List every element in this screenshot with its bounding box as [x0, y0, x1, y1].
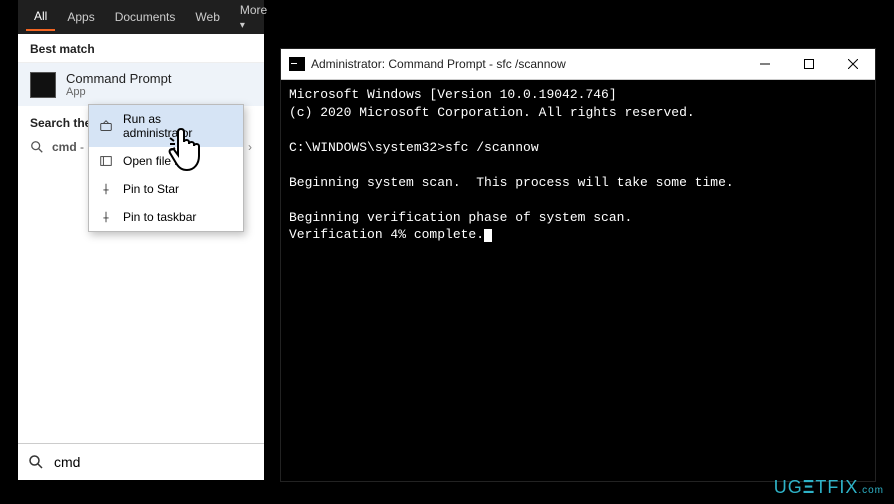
watermark: UGΞTFIX.com	[774, 477, 884, 498]
admin-icon	[99, 119, 113, 133]
window-title: Administrator: Command Prompt - sfc /sca…	[311, 57, 743, 71]
best-match-subtitle: App	[66, 86, 171, 98]
tab-apps[interactable]: Apps	[59, 4, 102, 30]
titlebar[interactable]: Administrator: Command Prompt - sfc /sca…	[281, 49, 875, 80]
pin-icon	[99, 182, 113, 196]
command-prompt-icon	[289, 57, 305, 71]
folder-icon	[99, 154, 113, 168]
best-match-label: Best match	[18, 34, 264, 63]
search-input[interactable]	[52, 453, 254, 471]
search-tabs: All Apps Documents Web More ▾	[18, 0, 264, 34]
terminal-cursor	[484, 229, 492, 242]
ctx-label: Pin to taskbar	[123, 210, 196, 224]
tab-documents[interactable]: Documents	[107, 4, 184, 30]
ctx-run-as-admin[interactable]: Run as administrator	[89, 105, 243, 147]
ctx-pin-to-taskbar[interactable]: Pin to taskbar	[89, 203, 243, 231]
ctx-label: Run as administrator	[123, 112, 233, 140]
context-menu: Run as administrator Open file lo Pin to…	[88, 104, 244, 232]
command-prompt-window: Administrator: Command Prompt - sfc /sca…	[280, 48, 876, 482]
pin-icon	[99, 210, 113, 224]
best-match-title: Command Prompt	[66, 71, 171, 86]
ctx-label: Open file lo	[123, 154, 184, 168]
start-search-panel: All Apps Documents Web More ▾ Best match…	[18, 0, 264, 480]
tab-web[interactable]: Web	[187, 4, 227, 30]
close-button[interactable]	[831, 49, 875, 79]
search-icon	[30, 140, 44, 154]
ctx-label: Pin to Star	[123, 182, 179, 196]
ctx-pin-to-start[interactable]: Pin to Star	[89, 175, 243, 203]
search-box[interactable]	[18, 443, 264, 480]
tab-more[interactable]: More ▾	[232, 0, 275, 37]
tab-all[interactable]: All	[26, 3, 55, 31]
best-match-result[interactable]: Command Prompt App	[18, 63, 264, 106]
chevron-right-icon: ›	[248, 140, 252, 154]
terminal-output[interactable]: Microsoft Windows [Version 10.0.19042.74…	[281, 80, 875, 250]
minimize-button[interactable]	[743, 49, 787, 79]
command-prompt-icon	[30, 72, 56, 98]
ctx-open-file-location[interactable]: Open file lo	[89, 147, 243, 175]
search-icon	[28, 454, 44, 470]
maximize-button[interactable]	[787, 49, 831, 79]
